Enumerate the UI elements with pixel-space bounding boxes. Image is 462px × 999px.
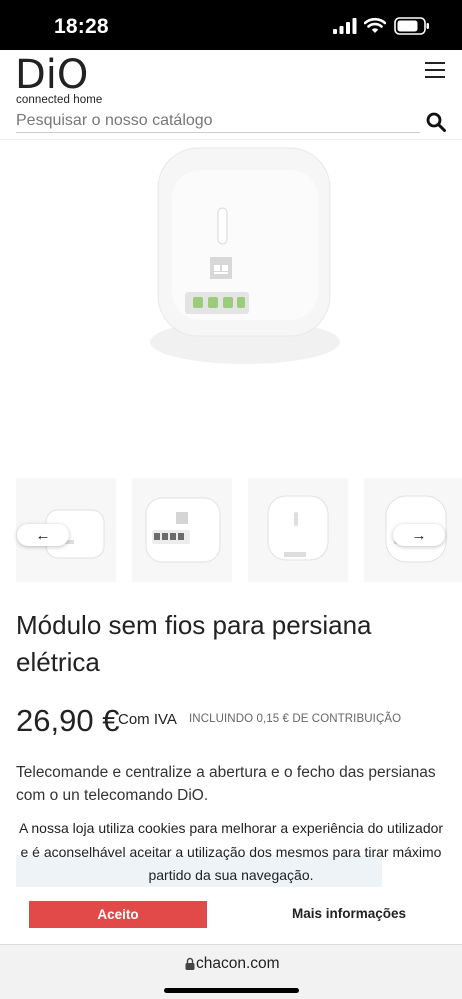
contribution-label: INCLUINDO 0,15 € DE CONTRIBUIÇÃO	[189, 713, 402, 725]
tax-label: Com IVA	[118, 711, 177, 728]
status-time: 18:28	[54, 15, 109, 38]
status-bar: 18:28	[0, 0, 462, 50]
product-description: Telecomande e centralize a abertura e o …	[16, 764, 436, 804]
hamburger-menu-icon[interactable]	[425, 62, 445, 80]
product-price: 26,90 €	[16, 703, 120, 738]
header-divider	[0, 139, 462, 140]
product-title: Módulo sem fios para persiana elétrica	[16, 610, 372, 677]
thumbnail-3[interactable]	[248, 478, 348, 582]
accept-cookies-button[interactable]: Aceito	[29, 901, 207, 928]
search-icon[interactable]	[426, 112, 446, 132]
lock-icon	[185, 957, 195, 970]
home-indicator	[164, 988, 299, 993]
dio-logo[interactable]: DiO	[15, 52, 115, 94]
wifi-icon	[364, 17, 386, 33]
gallery-prev-button[interactable]: ←	[17, 524, 69, 546]
logo-subtitle: connected home	[16, 94, 103, 106]
more-info-link[interactable]: Mais informações	[292, 906, 406, 921]
gallery-next-button[interactable]: →	[393, 524, 445, 546]
logo-text: DiO	[15, 52, 88, 94]
product-main-image[interactable]	[0, 142, 462, 472]
search-input[interactable]	[16, 109, 420, 133]
browser-url[interactable]: chacon.com	[196, 955, 280, 973]
cellular-signal-icon	[333, 18, 357, 34]
thumbnail-strip	[0, 478, 462, 582]
cookie-message: A nossa loja utiliza cookies para melhor…	[18, 820, 444, 883]
thumbnail-2[interactable]	[132, 478, 232, 582]
battery-icon	[394, 17, 429, 35]
